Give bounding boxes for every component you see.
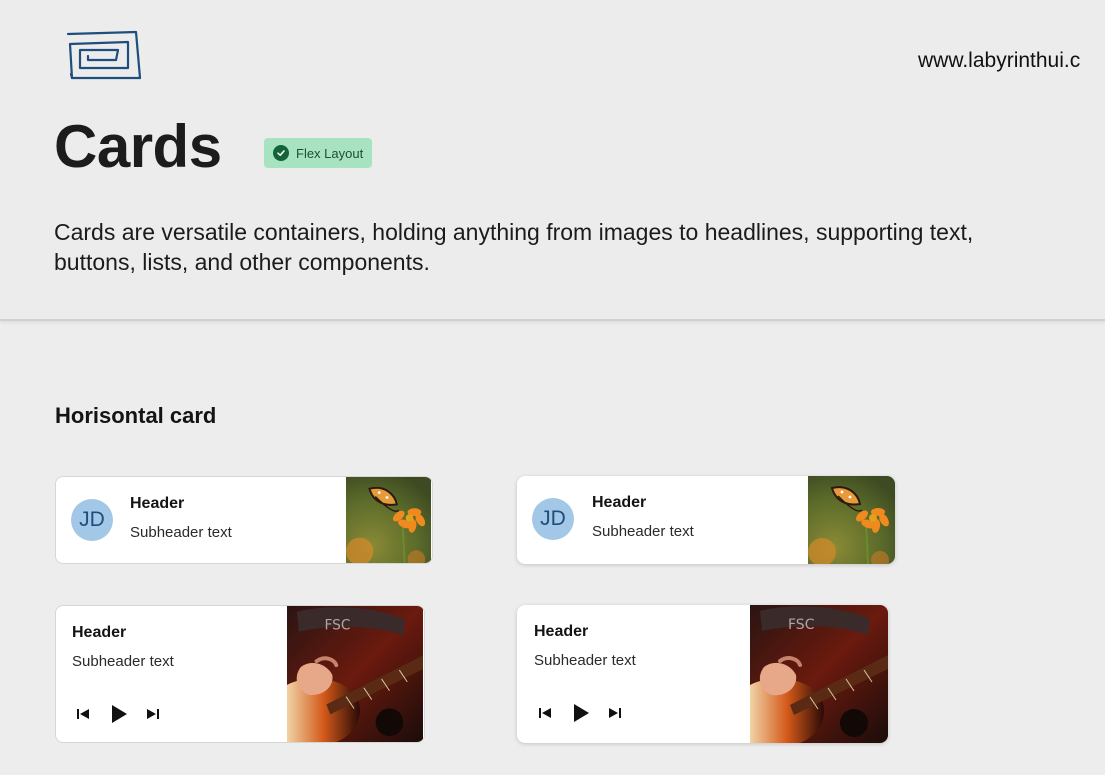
- svg-text:FSC: FSC: [788, 617, 815, 633]
- profile-card-outlined[interactable]: JD Header Subheader text: [55, 476, 433, 564]
- butterfly-on-flower-image: [345, 477, 432, 563]
- butterfly-on-flower-image: [808, 476, 895, 564]
- guitar-player-image: FSC: [750, 605, 888, 743]
- page-header: www.labyrinthui.c Cards Flex Layout Card…: [0, 0, 1105, 321]
- badge-label: Flex Layout: [296, 145, 364, 161]
- media-controls: [534, 701, 626, 725]
- skip-previous-icon[interactable]: [534, 702, 556, 724]
- svg-text:FSC: FSC: [324, 618, 350, 634]
- profile-card-elevated[interactable]: JD Header Subheader text: [517, 476, 895, 564]
- page-title: Cards: [54, 113, 222, 180]
- site-url[interactable]: www.labyrinthui.c: [918, 49, 1080, 73]
- avatar: JD: [71, 499, 113, 541]
- check-circle-icon: [273, 145, 289, 161]
- card-header: Header: [130, 495, 185, 512]
- card-subheader: Subheader text: [592, 523, 694, 540]
- player-card-outlined[interactable]: Header Subheader text FSC: [55, 605, 425, 743]
- player-card-elevated[interactable]: Header Subheader text FSC: [517, 605, 888, 743]
- card-subheader: Subheader text: [72, 653, 174, 670]
- card-header: Header: [72, 624, 127, 641]
- status-badge: Flex Layout: [264, 138, 373, 168]
- avatar: JD: [532, 498, 574, 540]
- card-subheader: Subheader text: [130, 524, 232, 541]
- section-title: Horisontal card: [55, 403, 217, 428]
- guitar-player-image: FSC: [287, 606, 423, 742]
- card-header: Header: [592, 494, 647, 511]
- skip-next-icon[interactable]: [142, 703, 164, 725]
- play-icon[interactable]: [568, 701, 592, 725]
- play-icon[interactable]: [106, 702, 130, 726]
- labyrinth-logo-icon[interactable]: [62, 28, 142, 84]
- page-intro: Cards are versatile containers, holding …: [54, 219, 974, 275]
- media-controls: [72, 702, 164, 726]
- card-header: Header: [534, 623, 589, 640]
- skip-previous-icon[interactable]: [72, 703, 94, 725]
- card-subheader: Subheader text: [534, 652, 636, 669]
- skip-next-icon[interactable]: [604, 702, 626, 724]
